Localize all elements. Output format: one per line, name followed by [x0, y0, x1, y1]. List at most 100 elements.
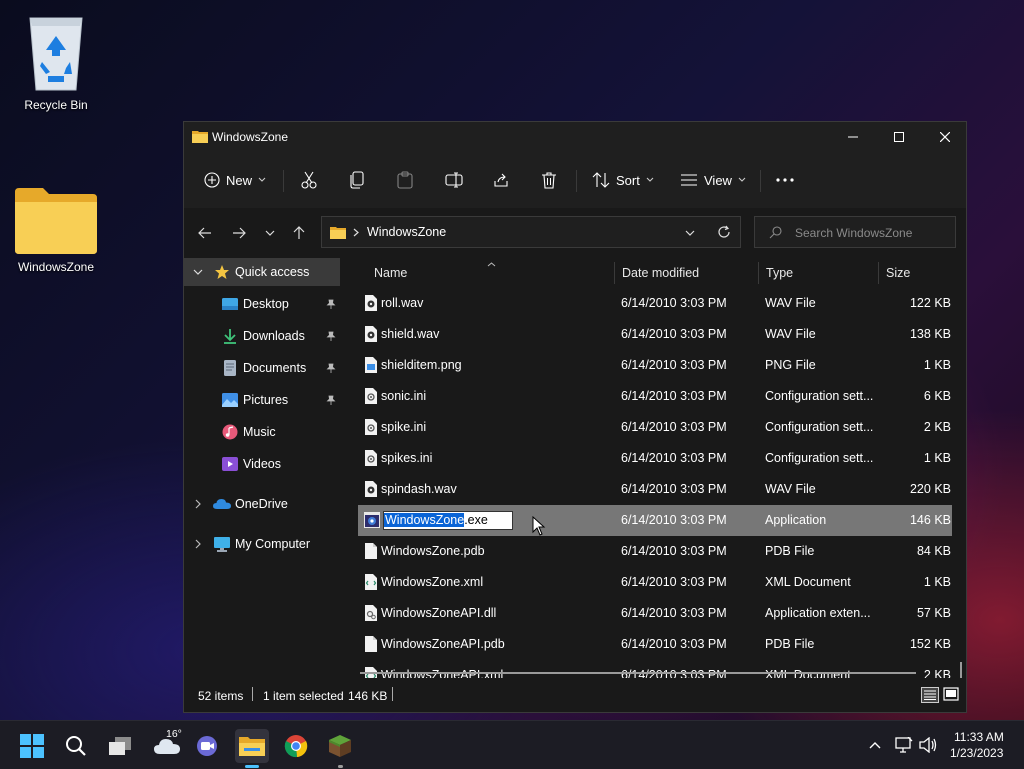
column-header-size[interactable]: Size [886, 258, 956, 288]
sidebar-item-downloads[interactable]: Downloads [184, 322, 340, 350]
file-type: Application [765, 513, 827, 527]
sidebar-item-videos[interactable]: Videos [184, 450, 340, 478]
weather-widget[interactable]: 16° [147, 728, 187, 763]
file-row[interactable]: WindowsZoneAPI.dll 6/14/2010 3:03 PM Appli… [358, 598, 952, 629]
column-divider[interactable] [758, 262, 759, 284]
cut-button[interactable] [301, 164, 317, 196]
chevron-down-icon[interactable] [193, 269, 203, 275]
file-date-modified: 6/14/2010 3:03 PM [621, 296, 727, 310]
file-row[interactable]: WindowsZoneAPI.pdb 6/14/2010 3:03 PM PDB F… [358, 629, 952, 660]
more-options-button[interactable] [776, 164, 794, 196]
refresh-icon[interactable] [717, 225, 731, 239]
file-row[interactable]: WindowsZoneAPI.xml 6/14/2010 3:03 PM XML D… [358, 660, 952, 678]
file-type: Configuration sett... [765, 451, 874, 465]
sidebar-item-desktop[interactable]: Desktop [184, 290, 340, 318]
file-type: Configuration sett... [765, 420, 874, 434]
delete-button[interactable] [541, 164, 557, 196]
sidebar-item-music[interactable]: Music [184, 418, 340, 446]
volume-icon[interactable] [919, 737, 937, 753]
file-type: Configuration sett... [765, 389, 874, 403]
desktop-icon-recycle-bin[interactable]: Recycle Bin [8, 6, 104, 112]
teams-chat-button[interactable] [191, 729, 225, 763]
show-hidden-icons-chevron-icon[interactable] [869, 741, 881, 749]
blank-file-icon [364, 543, 380, 559]
breadcrumb-chevron-icon [353, 228, 359, 237]
start-button[interactable] [15, 729, 49, 763]
file-row[interactable]: shielditem.png 6/14/2010 3:03 PM PNG File 1… [358, 350, 952, 381]
file-row[interactable]: shield.wav 6/14/2010 3:03 PM WAV File 138 K… [358, 319, 952, 350]
close-button[interactable] [922, 122, 968, 152]
chevron-right-icon[interactable] [195, 539, 201, 549]
file-explorer-taskbar-button[interactable] [235, 729, 269, 768]
share-button[interactable] [493, 164, 509, 196]
sidebar-item-quick-access[interactable]: Quick access [184, 258, 340, 286]
search-button[interactable] [59, 729, 93, 763]
large-icons-view-button[interactable] [943, 687, 961, 703]
sort-ascending-icon [487, 262, 496, 267]
file-row[interactable]: roll.wav 6/14/2010 3:03 PM WAV File 122 KB [358, 288, 952, 319]
network-icon[interactable] [895, 737, 913, 753]
task-view-button[interactable] [103, 729, 137, 763]
copy-button[interactable] [349, 164, 365, 196]
column-header-type[interactable]: Type [766, 258, 876, 288]
vertical-scrollbar-thumb[interactable] [960, 662, 962, 678]
maximize-button[interactable] [876, 122, 922, 152]
command-bar: New Sort View [184, 152, 966, 208]
minimize-button[interactable] [830, 122, 876, 152]
file-date-modified: 6/14/2010 3:03 PM [621, 637, 727, 651]
file-name: WindowsZoneAPI.xml [381, 660, 611, 678]
mouse-cursor-icon [532, 516, 546, 536]
desktop-icon-label: WindowsZone [17, 260, 95, 274]
up-arrow-icon[interactable] [293, 226, 305, 240]
sidebar-item-my-computer[interactable]: My Computer [184, 530, 340, 558]
toolbar-divider [576, 170, 577, 192]
chevron-down-icon [646, 177, 654, 182]
file-row[interactable]: WindowsZone.exe 6/14/2010 3:03 PM Applicat… [358, 505, 952, 536]
share-icon [494, 173, 508, 187]
file-explorer-icon [239, 737, 265, 756]
sidebar-item-onedrive[interactable]: OneDrive [184, 490, 340, 518]
column-divider[interactable] [878, 262, 879, 284]
clock-time[interactable]: 11:33 AM [954, 730, 1004, 744]
desktop-icon-windowszone-folder[interactable]: WindowsZone [8, 186, 104, 274]
file-row[interactable]: sonic.ini 6/14/2010 3:03 PM Configuration … [358, 381, 952, 412]
title-bar[interactable]: WindowsZone [184, 122, 966, 152]
column-header-label: Date modified [622, 266, 700, 280]
recent-locations-chevron-icon[interactable] [265, 230, 275, 236]
horizontal-scrollbar-thumb[interactable] [360, 672, 916, 674]
sort-button[interactable]: Sort [592, 164, 654, 196]
sidebar-item-label: Pictures [243, 393, 289, 407]
column-divider[interactable] [614, 262, 615, 284]
star-icon [215, 265, 229, 279]
back-arrow-icon[interactable] [198, 227, 212, 239]
paste-button[interactable] [397, 164, 413, 196]
address-path[interactable]: WindowsZone [367, 225, 446, 239]
rename-input[interactable]: WindowsZone.exe [383, 511, 513, 530]
forward-arrow-icon[interactable] [232, 227, 246, 239]
address-dropdown-icon[interactable] [685, 230, 695, 236]
address-bar[interactable]: WindowsZone [321, 216, 741, 248]
chevron-down-icon [258, 177, 266, 182]
search-box[interactable]: Search WindowsZone [754, 216, 956, 248]
details-view-button[interactable] [921, 687, 939, 703]
file-row[interactable]: WindowsZone.xml 6/14/2010 3:03 PM XML Docu… [358, 567, 952, 598]
chrome-taskbar-button[interactable] [279, 729, 313, 763]
clock-date[interactable]: 1/23/2023 [950, 746, 1003, 760]
column-header-date[interactable]: Date modified [622, 258, 762, 288]
file-row[interactable]: spike.ini 6/14/2010 3:03 PM Configuration … [358, 412, 952, 443]
rename-button[interactable] [445, 164, 463, 196]
file-date-modified: 6/14/2010 3:03 PM [621, 544, 727, 558]
chevron-right-icon[interactable] [195, 499, 201, 509]
file-size: 146 KB [909, 513, 951, 527]
minecraft-taskbar-button[interactable] [323, 729, 357, 768]
pin-icon [326, 363, 336, 373]
new-button[interactable]: New [204, 164, 266, 196]
file-row[interactable]: WindowsZone.pdb 6/14/2010 3:03 PM PDB File… [358, 536, 952, 567]
sidebar-item-documents[interactable]: Documents [184, 354, 340, 382]
file-row[interactable]: spindash.wav 6/14/2010 3:03 PM WAV File 220… [358, 474, 952, 505]
file-type: Application exten... [765, 606, 871, 620]
file-row[interactable]: spikes.ini 6/14/2010 3:03 PM Configuration… [358, 443, 952, 474]
sidebar-item-pictures[interactable]: Pictures [184, 386, 340, 414]
view-button[interactable]: View [680, 164, 746, 196]
music-icon [222, 424, 238, 440]
